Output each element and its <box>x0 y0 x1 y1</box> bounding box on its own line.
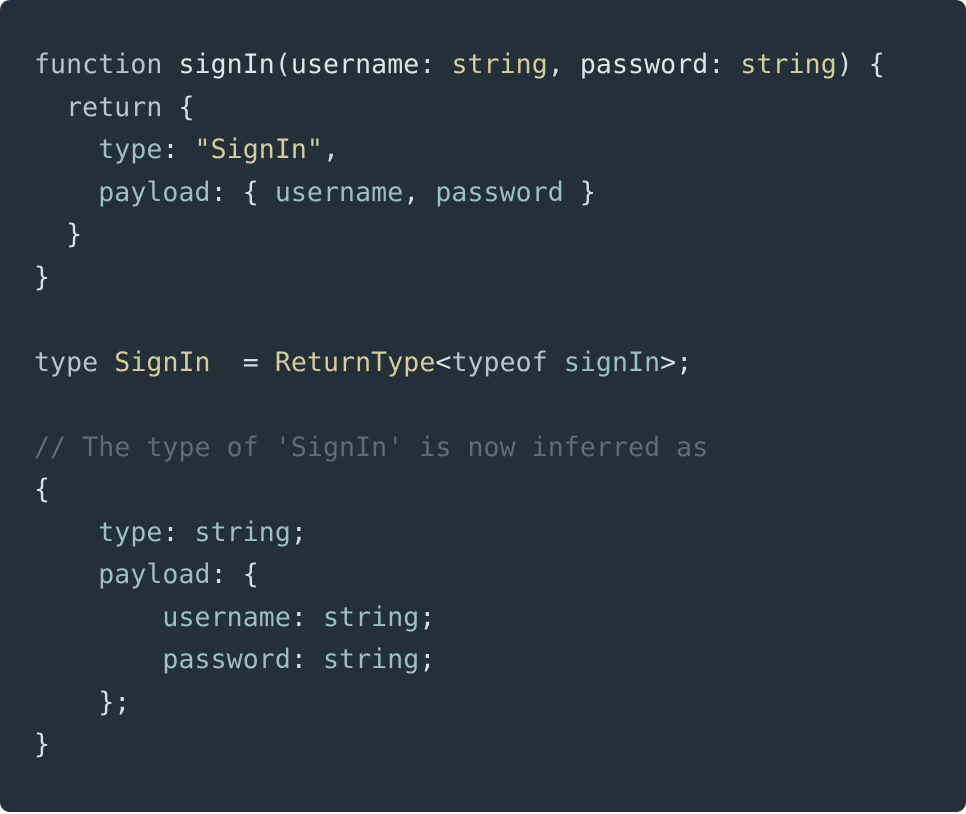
code-token-punct: : <box>162 516 195 548</box>
code-token-punct: : <box>708 49 741 80</box>
code-line: username: string; <box>34 597 885 640</box>
code-token-keyword: typeof <box>451 346 564 378</box>
code-line: type: string; <box>34 512 885 555</box>
code-line: ​ <box>34 299 885 342</box>
code-token-punct: ; <box>419 601 436 633</box>
code-token-punct: , <box>547 49 580 80</box>
code-token-punct: { <box>178 91 195 123</box>
code-token-prop: password <box>435 176 564 208</box>
code-token-string: "SignIn" <box>194 134 323 165</box>
code-token-punct: : <box>162 134 195 165</box>
code-token-punct: ; <box>290 516 307 548</box>
code-token-plain: username <box>290 49 420 80</box>
code-token-prop: type <box>34 516 163 548</box>
code-token-prop: string <box>194 516 291 548</box>
code-token-punct: < <box>435 346 452 378</box>
code-line: ​ <box>34 384 885 427</box>
code-token-punct: } <box>563 176 596 208</box>
code-token-type: ReturnType <box>274 346 436 378</box>
code-line: type: "SignIn", <box>34 129 885 172</box>
code-token-prop: type <box>34 134 163 165</box>
code-line: function signIn(username: string, passwo… <box>34 44 885 87</box>
code-token-keyword: function <box>34 49 179 80</box>
code-line: }; <box>34 682 885 725</box>
code-line: } <box>34 257 885 300</box>
code-token-prop: payload <box>34 176 211 208</box>
code-token-prop: password <box>34 644 291 675</box>
code-line: // The type of 'SignIn' is now inferred … <box>34 427 885 470</box>
code-token-punct: ) { <box>836 49 885 80</box>
code-token-punct: }; <box>34 686 131 718</box>
code-token-type: string <box>451 49 548 80</box>
code-token-type: string <box>740 49 837 80</box>
code-token-prop: string <box>322 601 420 633</box>
code-token-plain: signIn <box>178 49 275 80</box>
code-token-plain: password <box>579 49 709 80</box>
code-token-punct: , <box>403 176 436 208</box>
code-token-punct: } <box>34 219 83 250</box>
code-token-prop: signIn <box>563 346 661 378</box>
code-token-punct: , <box>322 134 340 165</box>
code-token-punct: : <box>419 49 452 80</box>
code-token-type: SignIn <box>114 346 211 378</box>
code-token-punct: : { <box>210 559 259 590</box>
code-snippet-panel: function signIn(username: string, passwo… <box>0 0 966 812</box>
code-line: password: string; <box>34 639 885 682</box>
code-token-prop: username <box>34 601 291 633</box>
code-line: payload: { <box>34 554 885 597</box>
code-token-keyword: type <box>34 346 115 378</box>
code-token-punct: : { <box>210 176 275 208</box>
code-line: } <box>34 214 885 257</box>
code-token-punct: : <box>290 644 323 675</box>
code-token-punct: ( <box>274 49 291 80</box>
code-line: return { <box>34 87 885 130</box>
code-token-prop: string <box>322 644 420 675</box>
code-line: { <box>34 469 885 512</box>
code-token-prop: username <box>274 176 404 208</box>
code-token-comment: // The type of 'SignIn' is now inferred … <box>34 431 709 463</box>
code-token-punct: = <box>210 346 275 378</box>
code-line: payload: { username, password } <box>34 172 885 215</box>
code-token-punct: ; <box>419 644 436 675</box>
code-token-punct: >; <box>660 346 693 378</box>
code-token-punct: } <box>34 261 51 293</box>
code-token-punct: } <box>34 729 51 760</box>
code-token-punct: { <box>34 474 51 505</box>
code-line: type SignIn = ReturnType<typeof signIn>; <box>34 342 885 385</box>
code-token-punct: : <box>290 601 323 633</box>
code-token-keyword: return <box>34 91 179 123</box>
code-block: function signIn(username: string, passwo… <box>34 44 885 767</box>
code-line: } <box>34 724 885 767</box>
code-token-prop: payload <box>34 559 211 590</box>
